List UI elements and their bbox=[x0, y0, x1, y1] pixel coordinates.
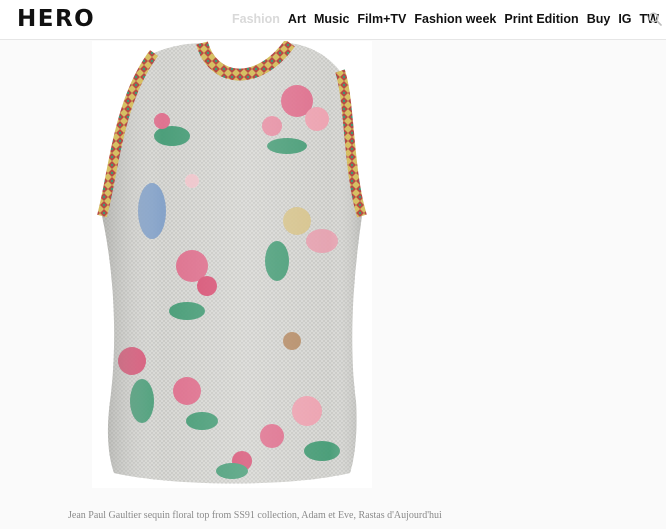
nav-link-music[interactable]: Music bbox=[314, 11, 349, 27]
nav-link-fashion[interactable]: Fashion bbox=[232, 11, 280, 27]
product-image bbox=[92, 41, 372, 488]
sequin-floral-top-illustration bbox=[97, 41, 367, 484]
site-header: HERO Fashion Art Music Film+TV Fashion w… bbox=[0, 0, 666, 40]
site-logo[interactable]: HERO bbox=[17, 5, 95, 33]
search-icon[interactable] bbox=[648, 12, 662, 26]
main-navigation: Fashion Art Music Film+TV Fashion week P… bbox=[232, 11, 666, 27]
nav-link-film-tv[interactable]: Film+TV bbox=[357, 11, 406, 27]
nav-link-buy[interactable]: Buy bbox=[587, 11, 611, 27]
nav-link-fashion-week[interactable]: Fashion week bbox=[414, 11, 496, 27]
nav-link-art[interactable]: Art bbox=[288, 11, 306, 27]
nav-link-print-edition[interactable]: Print Edition bbox=[504, 11, 578, 27]
image-caption: Jean Paul Gaultier sequin floral top fro… bbox=[68, 510, 442, 521]
nav-link-ig[interactable]: IG bbox=[618, 11, 631, 27]
